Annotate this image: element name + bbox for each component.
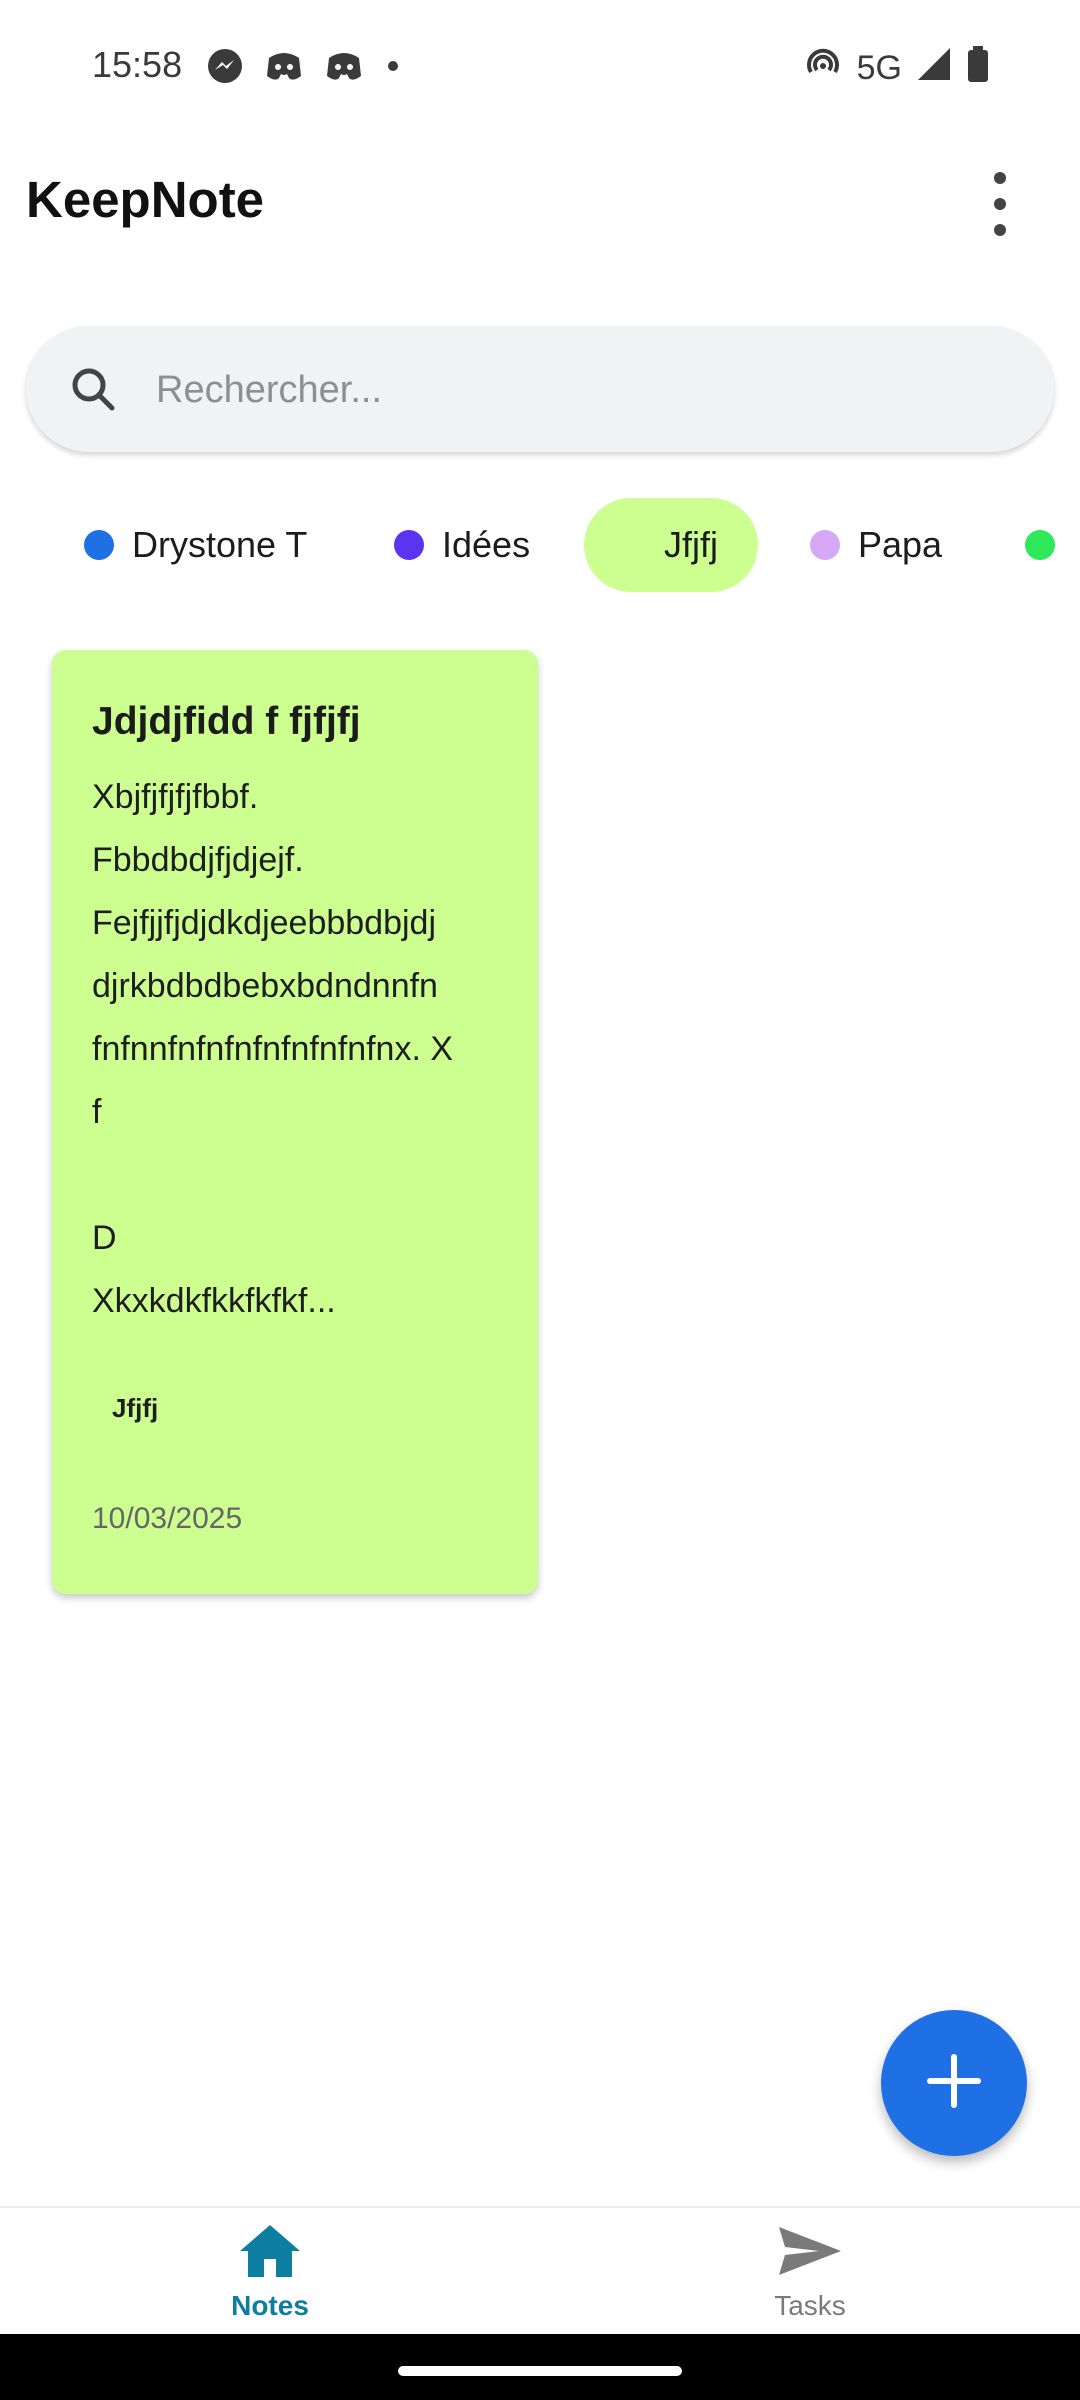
nav-item-tasks[interactable]: Tasks [540,2208,1080,2336]
category-color-dot [810,530,840,560]
note-card[interactable]: Jdjdjfidd f fjfjfj Xbjfjfjfjfbbf. Fbbdbd… [52,650,538,1594]
search-icon [68,364,118,419]
category-color-dot [84,530,114,560]
discord-icon [263,46,305,91]
status-bar: 15:58 5G [0,0,1080,120]
more-options-button[interactable] [970,172,1030,236]
category-chip-papa[interactable]: Papa [810,498,942,592]
category-chip-idees[interactable]: Idées [394,498,530,592]
category-chip-label: Idées [442,524,531,565]
category-chip-label: Papa [858,524,943,565]
category-chip-jfjfj[interactable]: Jfjfj [584,498,758,592]
app-title: KeepNote [26,171,265,228]
note-category-tag: Jfjfj [112,1393,159,1423]
nav-label-notes: Notes [231,2289,309,2321]
category-color-dot [394,530,424,560]
plus-icon [926,2053,982,2114]
search-input[interactable] [154,356,1008,424]
discord-icon [323,46,365,91]
category-chip-label: Jfjfj [664,524,718,565]
messenger-icon [205,46,245,91]
note-date: 10/03/2025 [92,1502,243,1535]
note-body: Xbjfjfjfjfbbf. Fbbdbdjfjdjejf. Fejfjjfjd… [92,778,454,1320]
category-chip-label: Drystone T [132,524,308,565]
status-right: 5G [803,44,990,93]
category-chip-green[interactable] [1025,498,1073,592]
notification-dot-icon [383,46,403,91]
network-type: 5G [856,49,902,87]
home-gesture-handle[interactable] [398,2366,682,2376]
add-note-button[interactable] [881,2010,1027,2156]
status-notification-icons [205,46,403,91]
battery-icon [966,44,990,93]
category-color-dot [1025,530,1055,560]
search-bar[interactable] [26,326,1054,452]
home-icon [238,2223,302,2284]
bottom-navigation: Notes Tasks [0,2206,1080,2336]
category-filter-bar: Drystone T Idées Jfjfj Papa [0,498,1080,592]
nav-item-notes[interactable]: Notes [0,2208,540,2336]
signal-icon [916,46,952,91]
send-icon [775,2223,845,2284]
nav-label-tasks: Tasks [774,2289,846,2321]
more-vert-icon [994,172,1006,184]
status-time: 15:58 [92,44,183,85]
category-chip-drystone[interactable]: Drystone T [84,498,307,592]
note-title: Jdjdjfidd f fjfjfj [92,700,361,743]
hotspot-icon [803,44,843,93]
